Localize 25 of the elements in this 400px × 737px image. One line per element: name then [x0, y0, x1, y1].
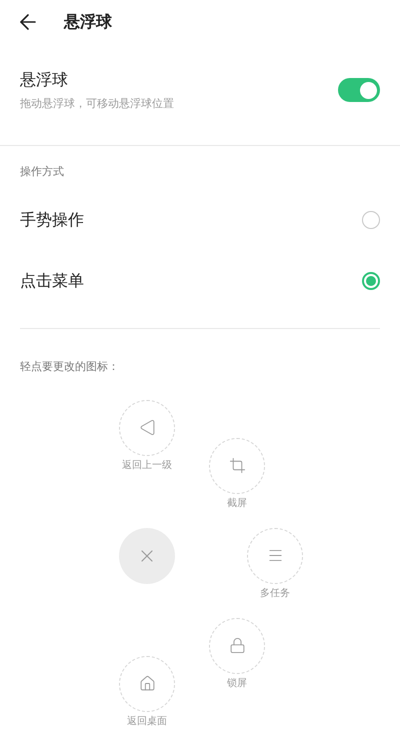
setting-description: 拖动悬浮球，可移动悬浮球位置 — [20, 96, 174, 112]
home-icon — [138, 675, 156, 692]
shortcut-label: 返回上一级 — [122, 458, 172, 472]
option-label: 点击菜单 — [20, 270, 84, 292]
shortcut-slot[interactable] — [119, 400, 175, 456]
option-label: 手势操作 — [20, 209, 84, 231]
hint-text: 轻点要更改的图标： — [20, 360, 119, 372]
page-title: 悬浮球 — [64, 11, 112, 33]
shortcut-slot[interactable] — [209, 438, 265, 494]
shortcut-label: 返回桌面 — [127, 714, 167, 728]
section-label: 操作方式 — [20, 164, 64, 178]
shortcut-label: 锁屏 — [227, 676, 247, 690]
radio-button[interactable] — [362, 272, 380, 290]
setting-title: 悬浮球 — [20, 69, 69, 91]
back-icon — [138, 419, 156, 436]
shortcut-label: 多任务 — [260, 586, 290, 600]
shortcut-label: 截屏 — [227, 496, 247, 510]
shortcut-slot[interactable] — [209, 618, 265, 674]
shortcut-slot[interactable] — [247, 528, 303, 584]
menu-icon — [266, 547, 284, 564]
radio-button[interactable] — [362, 211, 380, 229]
lock-icon — [228, 637, 246, 654]
shortcut-slot[interactable] — [119, 656, 175, 712]
toggle-switch[interactable] — [338, 78, 380, 102]
crop-icon — [228, 457, 246, 474]
